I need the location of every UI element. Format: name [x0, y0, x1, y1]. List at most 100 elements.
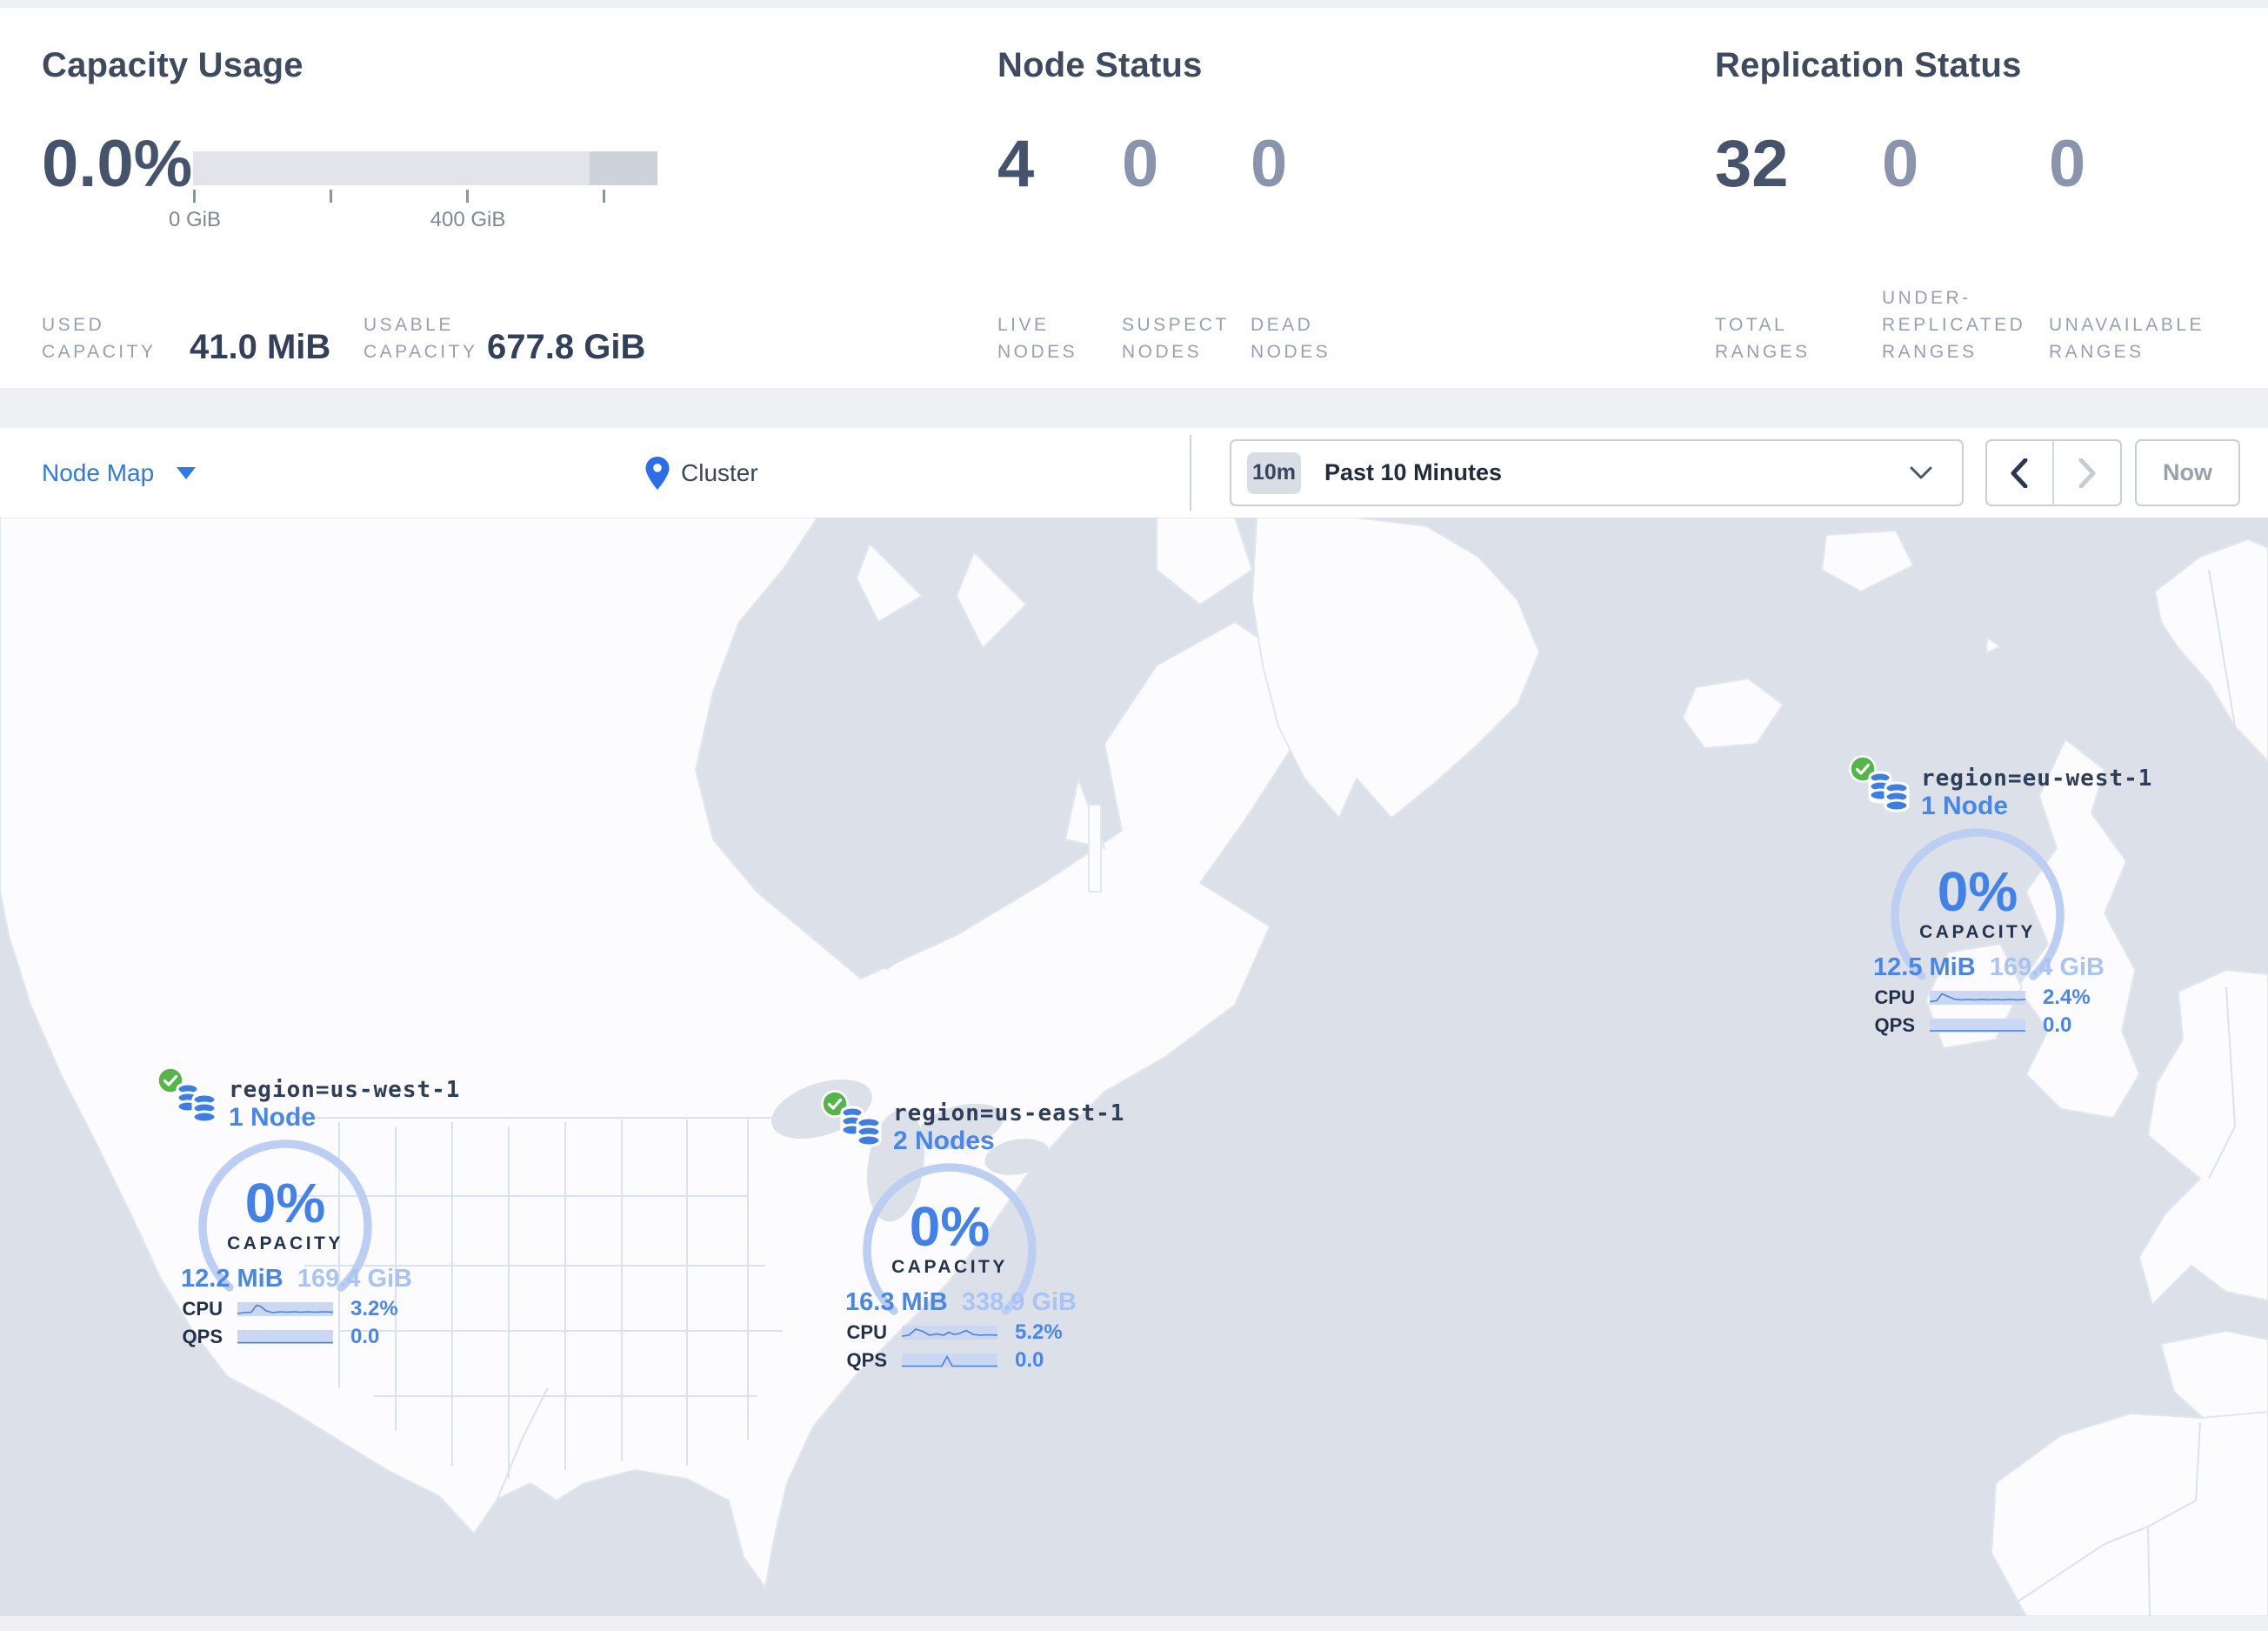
time-window-selector[interactable]: 10m Past 10 Minutes	[1230, 439, 1964, 506]
qps-metric-row: QPS 0.0	[1847, 1014, 2108, 1037]
region-marker-header: region=us-east-1 2 Nodes	[893, 1100, 1124, 1156]
capacity-usage-title: Capacity Usage	[42, 46, 304, 84]
capacity-axis-tick	[603, 190, 605, 203]
capacity-axis-tick	[466, 190, 469, 203]
region-marker-us-west-1[interactable]: region=us-west-1 1 Node 0% CAPACITY 12.2…	[155, 1066, 459, 1355]
capacity-axis-tick	[193, 190, 196, 203]
database-nodes-icon	[1868, 771, 1910, 812]
live-nodes-label: LIVE NODES	[997, 315, 1078, 362]
capacity-values: 12.2 MiB 169.4 GiB	[155, 1265, 416, 1293]
capacity-percent: 0%	[1937, 860, 2018, 923]
view-selector-label: Node Map	[42, 458, 155, 486]
total-capacity: 169.4 GiB	[1989, 953, 2105, 981]
capacity-label: CAPACITY	[891, 1257, 1008, 1277]
qps-sparkline	[902, 1354, 997, 1367]
capacity-axis-tick	[330, 190, 332, 203]
total-ranges-label: TOTAL RANGES	[1715, 315, 1811, 362]
region-marker-eu-west-1[interactable]: region=eu-west-1 1 Node 0% CAPACITY 12.5…	[1847, 755, 2151, 1044]
cluster-summary-bar: Capacity Usage 0.0% 0 GiB 400 GiB USED C…	[0, 8, 2268, 388]
breadcrumb-label: Cluster	[681, 458, 758, 486]
node-count-label: 2 Nodes	[893, 1126, 995, 1155]
live-nodes-count: 4	[997, 127, 1035, 201]
cpu-metric-row: CPU 5.2%	[819, 1321, 1080, 1344]
chevron-down-icon	[177, 466, 197, 479]
time-window-pager	[1985, 439, 2122, 506]
cpu-label: CPU	[1874, 986, 1915, 1008]
region-label: region=eu-west-1	[1921, 765, 2153, 792]
region-label: region=us-east-1	[893, 1100, 1125, 1126]
cpu-metric-row: CPU 2.4%	[1847, 986, 2108, 1009]
capacity-bar-other-segment	[590, 151, 657, 185]
time-window-label: Past 10 Minutes	[1324, 459, 1503, 485]
qps-label: QPS	[846, 1349, 887, 1371]
replication-status-title: Replication Status	[1715, 46, 2022, 84]
node-count-label: 1 Node	[229, 1103, 317, 1132]
capacity-used-percent: 0.0%	[42, 127, 193, 201]
cpu-label: CPU	[846, 1321, 887, 1343]
suspect-nodes-count: 0	[1122, 127, 1159, 201]
cpu-value: 5.2%	[1015, 1320, 1063, 1344]
qps-sparkline	[237, 1330, 333, 1344]
breadcrumb[interactable]: Cluster	[644, 428, 758, 518]
now-button[interactable]: Now	[2135, 439, 2240, 506]
world-map	[0, 518, 2268, 1616]
qps-label: QPS	[1874, 1014, 1915, 1036]
capacity-percent: 0%	[244, 1172, 326, 1234]
used-capacity-label: USED CAPACITY	[42, 315, 157, 362]
node-status-title: Node Status	[997, 46, 1203, 84]
used-capacity: 12.2 MiB	[181, 1265, 284, 1293]
total-capacity: 169.4 GiB	[297, 1265, 412, 1293]
usable-capacity-label: USABLE CAPACITY	[364, 315, 478, 362]
used-capacity-value: 41.0 MiB	[190, 328, 331, 366]
qps-value: 0.0	[1015, 1348, 1044, 1372]
capacity-axis-label-400: 400 GiB	[430, 208, 506, 231]
database-nodes-icon	[176, 1082, 217, 1124]
capacity-values: 12.5 MiB 169.4 GiB	[1847, 953, 2108, 982]
unavailable-ranges-label: UNAVAILABLE RANGES	[2049, 315, 2205, 362]
cpu-label: CPU	[182, 1298, 223, 1320]
unavailable-ranges-count: 0	[2049, 127, 2086, 201]
qps-value: 0.0	[350, 1325, 380, 1348]
qps-sparkline	[1930, 1019, 2025, 1033]
under-replicated-ranges-count: 0	[1882, 127, 1919, 201]
capacity-label: CAPACITY	[1919, 922, 2036, 942]
cpu-sparkline	[902, 1326, 997, 1340]
under-replicated-ranges-label: UNDER- REPLICATED RANGES	[1882, 288, 2026, 362]
capacity-bar	[193, 151, 657, 185]
total-ranges-count: 32	[1715, 127, 1789, 201]
next-time-window-button[interactable]	[2054, 441, 2121, 505]
toolbar-divider	[1190, 435, 1191, 511]
chevron-down-icon	[1910, 466, 1932, 478]
map-toolbar: Node Map Cluster 10m Past 10 Minutes Now	[0, 428, 2268, 518]
cpu-value: 3.2%	[350, 1297, 398, 1320]
map-pin-icon	[645, 456, 670, 490]
chevron-left-icon	[2011, 458, 2028, 488]
cpu-sparkline	[1930, 991, 2025, 1005]
capacity-percent: 0%	[909, 1195, 991, 1258]
region-marker-header: region=us-west-1 1 Node	[229, 1077, 460, 1133]
qps-label: QPS	[182, 1326, 223, 1347]
capacity-axis-label-0: 0 GiB	[168, 208, 222, 231]
capacity-values: 16.3 MiB 338.9 GiB	[819, 1288, 1080, 1317]
node-map[interactable]: region=us-west-1 1 Node 0% CAPACITY 12.2…	[0, 518, 2268, 1616]
view-selector-dropdown[interactable]: Node Map	[42, 428, 197, 518]
region-marker-us-east-1[interactable]: region=us-east-1 2 Nodes 0% CAPACITY 16.…	[819, 1090, 1124, 1379]
used-capacity: 16.3 MiB	[845, 1288, 948, 1316]
capacity-label: CAPACITY	[227, 1233, 344, 1253]
chevron-right-icon	[2078, 458, 2096, 488]
cpu-sparkline	[237, 1302, 333, 1316]
usable-capacity-value: 677.8 GiB	[487, 328, 646, 366]
database-nodes-icon	[840, 1106, 882, 1147]
qps-metric-row: QPS 0.0	[155, 1326, 416, 1348]
total-capacity: 338.9 GiB	[961, 1288, 1077, 1316]
region-marker-header: region=eu-west-1 1 Node	[1921, 765, 2152, 821]
dead-nodes-label: DEAD NODES	[1251, 315, 1331, 362]
previous-time-window-button[interactable]	[1987, 441, 2054, 505]
qps-value: 0.0	[2043, 1013, 2072, 1037]
region-label: region=us-west-1	[229, 1077, 461, 1103]
qps-metric-row: QPS 0.0	[819, 1349, 1080, 1372]
cpu-value: 2.4%	[2043, 986, 2091, 1009]
used-capacity: 12.5 MiB	[1873, 953, 1976, 981]
cpu-metric-row: CPU 3.2%	[155, 1298, 416, 1320]
node-count-label: 1 Node	[1921, 792, 2009, 820]
